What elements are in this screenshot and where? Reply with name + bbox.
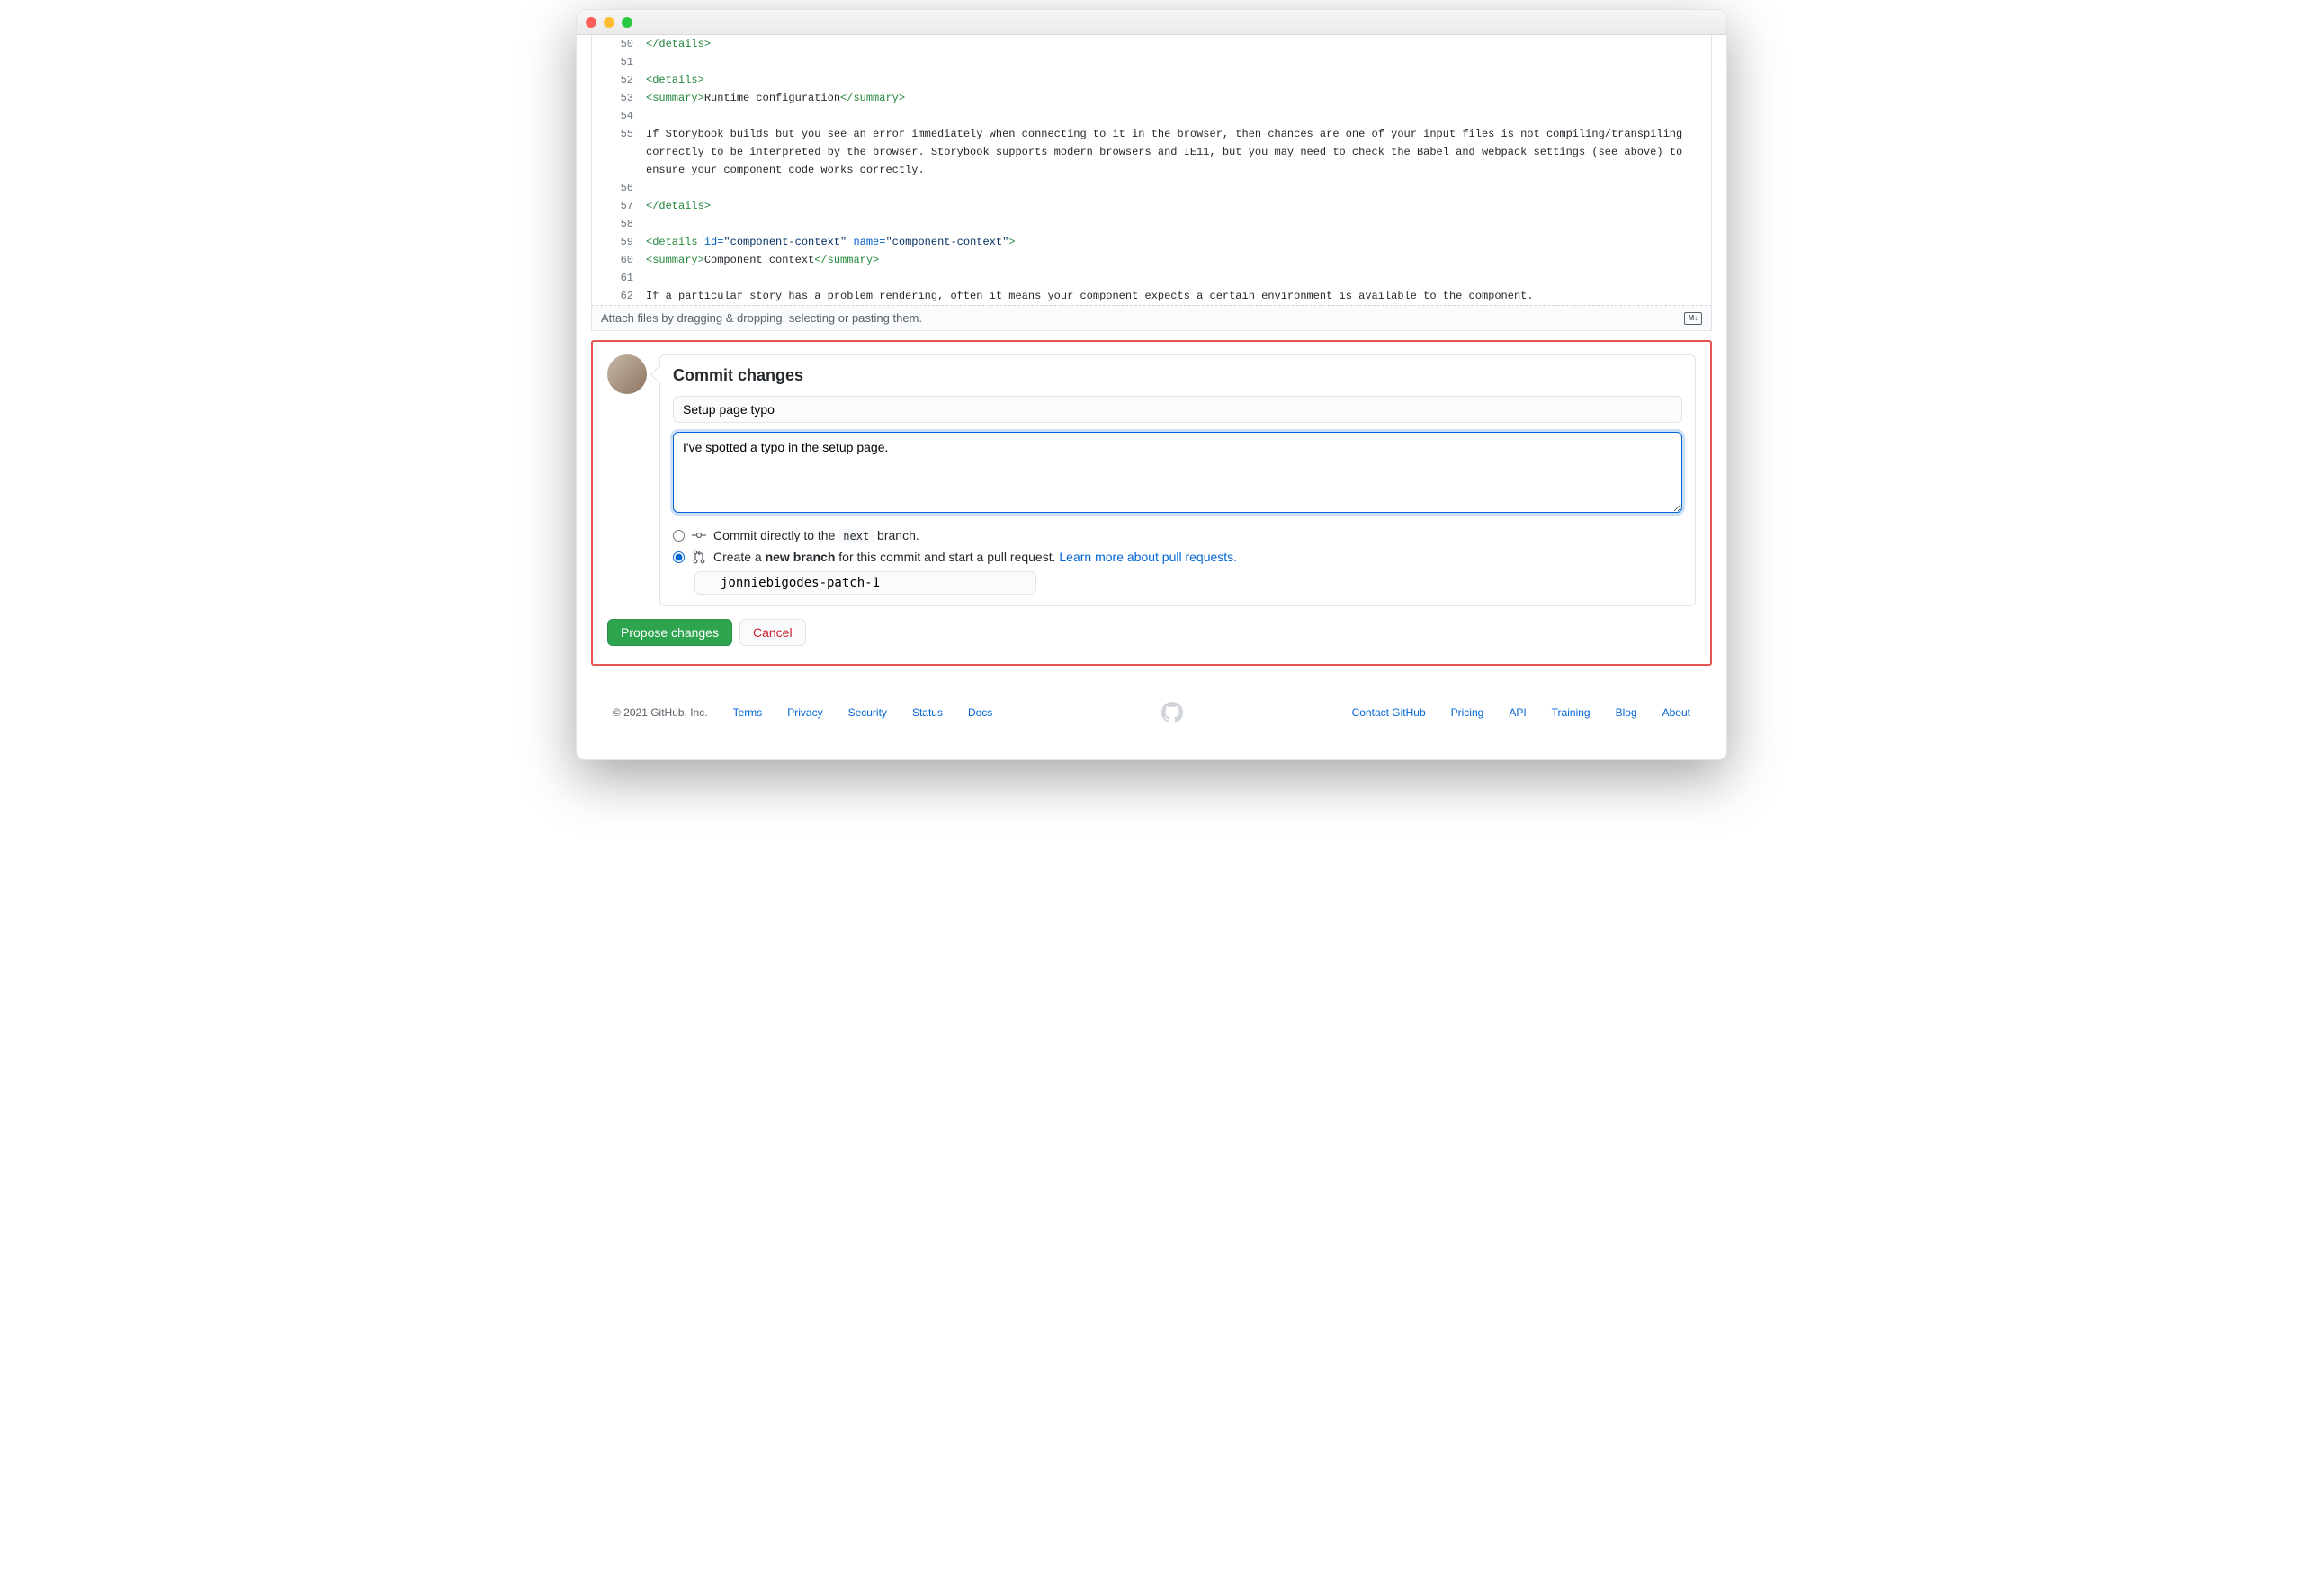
close-window-button[interactable] (586, 17, 596, 28)
footer-link-terms[interactable]: Terms (733, 706, 763, 719)
code-line[interactable]: 53<summary>Runtime configuration</summar… (592, 89, 1711, 107)
code-line[interactable]: 60<summary>Component context</summary> (592, 251, 1711, 269)
code-line[interactable]: 55If Storybook builds but you see an err… (592, 125, 1711, 179)
commit-icon (692, 528, 706, 542)
learn-more-link[interactable]: Learn more about pull requests. (1059, 550, 1237, 564)
footer-link-blog[interactable]: Blog (1616, 706, 1637, 719)
code-line[interactable]: 62If a particular story has a problem re… (592, 287, 1711, 305)
code-line[interactable]: 58 (592, 215, 1711, 233)
footer-copyright: © 2021 GitHub, Inc. (613, 706, 708, 719)
commit-direct-option[interactable]: Commit directly to the next branch. (673, 528, 1682, 542)
minimize-window-button[interactable] (604, 17, 614, 28)
commit-form: Commit changes Commit directly to the ne… (659, 354, 1696, 606)
code-line[interactable]: 50</details> (592, 35, 1711, 53)
code-line[interactable]: 56 (592, 179, 1711, 197)
footer: © 2021 GitHub, Inc. Terms Privacy Securi… (577, 675, 1726, 759)
footer-link-training[interactable]: Training (1552, 706, 1591, 719)
code-line[interactable]: 54 (592, 107, 1711, 125)
footer-link-privacy[interactable]: Privacy (787, 706, 822, 719)
commit-newbranch-option[interactable]: Create a new branch for this commit and … (673, 550, 1682, 564)
footer-link-contact[interactable]: Contact GitHub (1352, 706, 1426, 719)
cancel-button[interactable]: Cancel (739, 619, 806, 646)
code-line[interactable]: 61 (592, 269, 1711, 287)
commit-newbranch-radio[interactable] (673, 551, 685, 563)
commit-direct-label: Commit directly to the next branch. (713, 528, 919, 542)
commit-direct-radio[interactable] (673, 530, 685, 542)
commit-newbranch-label: Create a new branch for this commit and … (713, 550, 1237, 564)
attach-files-hint[interactable]: Attach files by dragging & dropping, sel… (591, 305, 1712, 331)
branch-name-input[interactable] (694, 571, 1036, 595)
code-line[interactable]: 59<details id="component-context" name="… (592, 233, 1711, 251)
pull-request-icon (692, 550, 706, 564)
code-line[interactable]: 57</details> (592, 197, 1711, 215)
footer-link-pricing[interactable]: Pricing (1451, 706, 1484, 719)
window-titlebar (577, 10, 1726, 35)
github-logo-icon[interactable] (1161, 702, 1183, 723)
footer-link-api[interactable]: API (1509, 706, 1526, 719)
footer-link-security[interactable]: Security (848, 706, 887, 719)
commit-title: Commit changes (673, 366, 1682, 385)
avatar[interactable] (607, 354, 647, 394)
propose-changes-button[interactable]: Propose changes (607, 619, 732, 646)
commit-section-highlight: Commit changes Commit directly to the ne… (591, 340, 1712, 666)
footer-link-about[interactable]: About (1662, 706, 1690, 719)
footer-link-docs[interactable]: Docs (968, 706, 992, 719)
footer-link-status[interactable]: Status (912, 706, 943, 719)
code-editor[interactable]: 50</details>5152<details>53<summary>Runt… (591, 35, 1712, 305)
attach-hint-text: Attach files by dragging & dropping, sel… (601, 311, 922, 325)
markdown-icon[interactable]: M↓ (1684, 312, 1702, 325)
code-line[interactable]: 51 (592, 53, 1711, 71)
commit-description-input[interactable] (673, 432, 1682, 513)
code-line[interactable]: 52<details> (592, 71, 1711, 89)
maximize-window-button[interactable] (622, 17, 632, 28)
commit-subject-input[interactable] (673, 396, 1682, 423)
